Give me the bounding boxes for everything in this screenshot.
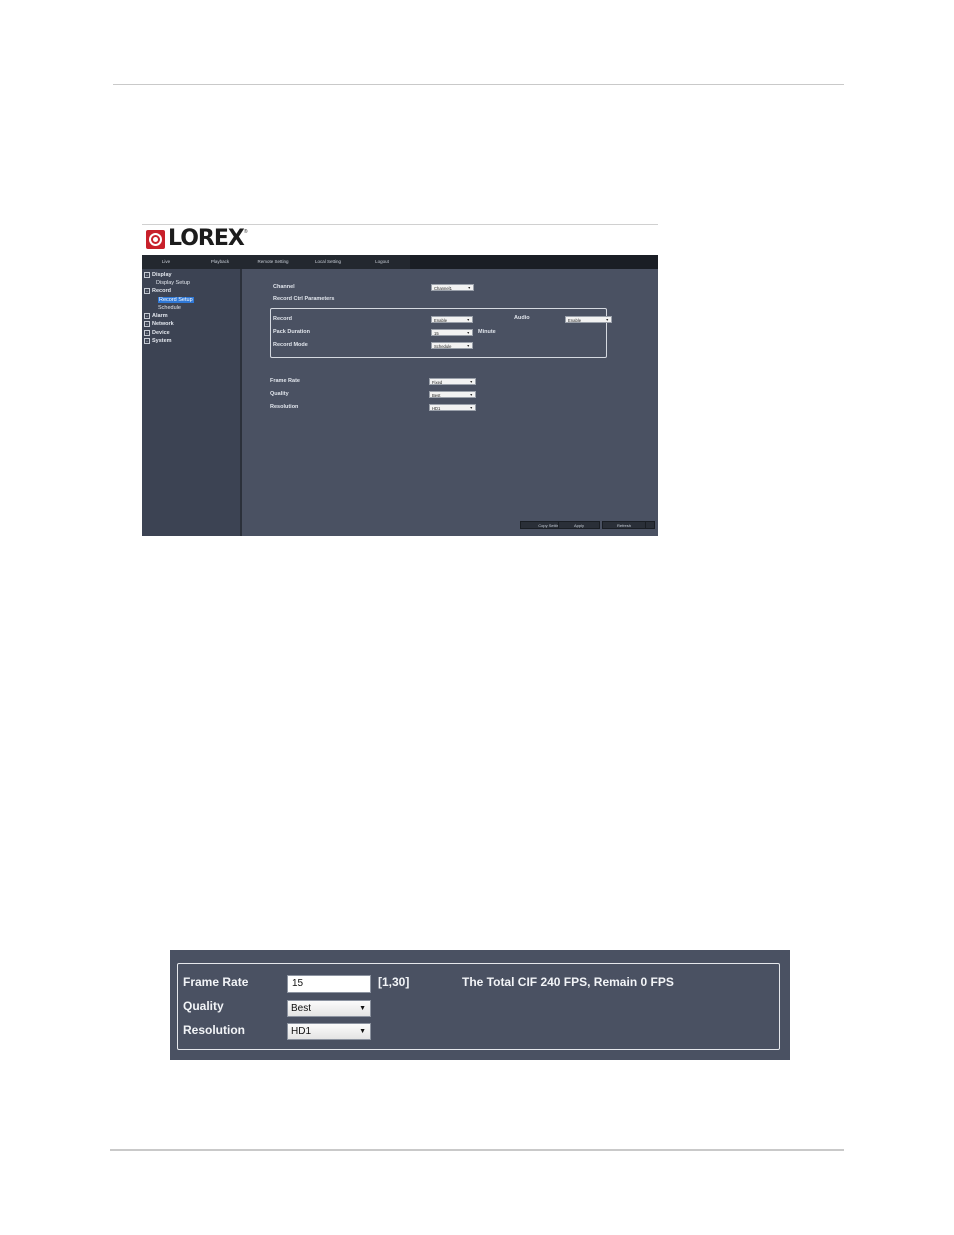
tree-item-label: Device bbox=[152, 330, 170, 336]
expand-icon[interactable]: + bbox=[144, 287, 150, 294]
expand-icon[interactable]: + bbox=[144, 312, 150, 319]
tree-item-label: Display bbox=[152, 272, 172, 278]
footer-rule bbox=[110, 1149, 844, 1151]
channel-select[interactable]: Channel1 ▼ bbox=[431, 284, 474, 291]
registered-mark: ® bbox=[243, 229, 248, 235]
expand-icon[interactable]: + bbox=[144, 329, 150, 336]
expand-icon[interactable]: + bbox=[144, 337, 150, 344]
audio-select[interactable]: Enable ▼ bbox=[565, 316, 612, 323]
audio-value: Enable bbox=[568, 318, 582, 323]
apply-button[interactable]: Apply bbox=[558, 521, 600, 529]
expand-icon[interactable]: + bbox=[144, 320, 150, 327]
audio-label: Audio bbox=[514, 315, 530, 321]
app-header: LOREX ® bbox=[142, 224, 658, 256]
quality-label: Quality bbox=[183, 999, 224, 1013]
dropdown-arrow-icon: ▼ bbox=[469, 380, 473, 384]
frame-rate-value: Fixed bbox=[432, 380, 443, 385]
quality-select[interactable]: Best ▼ bbox=[429, 391, 476, 398]
settings-tree: + Display Display Setup + Record Record Se… bbox=[142, 269, 242, 536]
header-rule bbox=[113, 84, 844, 85]
resolution-value: HD1 bbox=[291, 1026, 312, 1037]
lorex-logo: LOREX ® bbox=[146, 228, 248, 250]
tree-item-label: Alarm bbox=[152, 313, 168, 319]
pack-duration-value: 15 bbox=[434, 331, 439, 336]
resolution-select[interactable]: HD1 ▼ bbox=[429, 404, 476, 411]
frame-rate-select[interactable]: Fixed ▼ bbox=[429, 378, 476, 385]
quality-value: Best bbox=[432, 393, 441, 398]
dropdown-arrow-icon: ▼ bbox=[466, 344, 470, 348]
tree-item-label: Schedule bbox=[158, 305, 181, 311]
quality-label: Quality bbox=[270, 391, 289, 397]
channel-label: Channel bbox=[273, 284, 295, 290]
dropdown-arrow-icon: ▼ bbox=[466, 318, 470, 322]
tree-item-label: Record Setup bbox=[158, 297, 194, 303]
record-mode-value: Schedule bbox=[434, 344, 452, 349]
dropdown-arrow-icon: ▼ bbox=[466, 331, 470, 335]
tree-item-system[interactable]: + System bbox=[144, 337, 172, 346]
dropdown-arrow-icon: ▼ bbox=[469, 406, 473, 410]
dropdown-arrow-icon: ▼ bbox=[359, 1028, 366, 1035]
refresh-button[interactable]: Refresh bbox=[602, 521, 646, 529]
dropdown-arrow-icon: ▼ bbox=[469, 393, 473, 397]
frame-rate-label: Frame Rate bbox=[183, 975, 249, 989]
record-setup-screenshot: LOREX ® Live Playback Remote Setting Loc… bbox=[142, 224, 658, 536]
tree-item-record[interactable]: + Record bbox=[144, 287, 171, 296]
channel-value: Channel1 bbox=[434, 286, 452, 291]
record-mode-label: Record Mode bbox=[273, 342, 308, 348]
record-select[interactable]: Enable ▼ bbox=[431, 316, 473, 323]
dropdown-arrow-icon: ▼ bbox=[605, 318, 609, 322]
resolution-label: Resolution bbox=[270, 404, 299, 410]
tab-live[interactable]: Live bbox=[142, 255, 190, 269]
tree-item-label: Display Setup bbox=[156, 280, 190, 286]
frame-rate-detail-screenshot: Frame Rate 15 [1,30] The Total CIF 240 F… bbox=[170, 950, 790, 1060]
record-setup-panel: Channel Channel1 ▼ Record Ctrl Parameters… bbox=[242, 269, 658, 536]
record-label: Record bbox=[273, 316, 292, 322]
record-ctrl-title: Record Ctrl Parameters bbox=[273, 296, 335, 302]
quality-select[interactable]: Best ▼ bbox=[287, 1000, 371, 1017]
resolution-select[interactable]: HD1 ▼ bbox=[287, 1023, 371, 1040]
pack-duration-label: Pack Duration bbox=[273, 329, 310, 335]
dropdown-arrow-icon: ▼ bbox=[359, 1005, 366, 1012]
resolution-value: HD1 bbox=[432, 406, 441, 411]
tab-local-setting[interactable]: Local Setting bbox=[304, 255, 352, 269]
tree-item-label: System bbox=[152, 338, 172, 344]
record-value: Enable bbox=[434, 318, 448, 323]
tree-item-label: Record bbox=[152, 288, 171, 294]
frame-rate-range: [1,30] bbox=[378, 975, 410, 989]
resolution-label: Resolution bbox=[183, 1023, 245, 1037]
tab-playback[interactable]: Playback bbox=[196, 255, 244, 269]
pack-duration-unit: Minute bbox=[478, 329, 496, 335]
tab-remote-setting[interactable]: Remote Setting bbox=[248, 255, 298, 269]
pack-duration-select[interactable]: 15 ▼ bbox=[431, 329, 473, 336]
frame-rate-label: Frame Rate bbox=[270, 378, 300, 384]
logo-text: LOREX bbox=[168, 226, 245, 251]
record-mode-select[interactable]: Schedule ▼ bbox=[431, 342, 473, 349]
frame-rate-input[interactable]: 15 bbox=[287, 975, 371, 993]
lorex-mark-icon bbox=[146, 229, 165, 249]
quality-value: Best bbox=[291, 1003, 312, 1014]
dropdown-arrow-icon: ▼ bbox=[467, 286, 471, 290]
tree-item-label: Network bbox=[152, 321, 174, 327]
fps-total-text: The Total CIF 240 FPS, Remain 0 FPS bbox=[462, 975, 674, 989]
tab-logout[interactable]: Logout bbox=[358, 255, 406, 269]
expand-icon[interactable]: + bbox=[144, 271, 150, 278]
tree-item-network[interactable]: + Network bbox=[144, 320, 174, 329]
